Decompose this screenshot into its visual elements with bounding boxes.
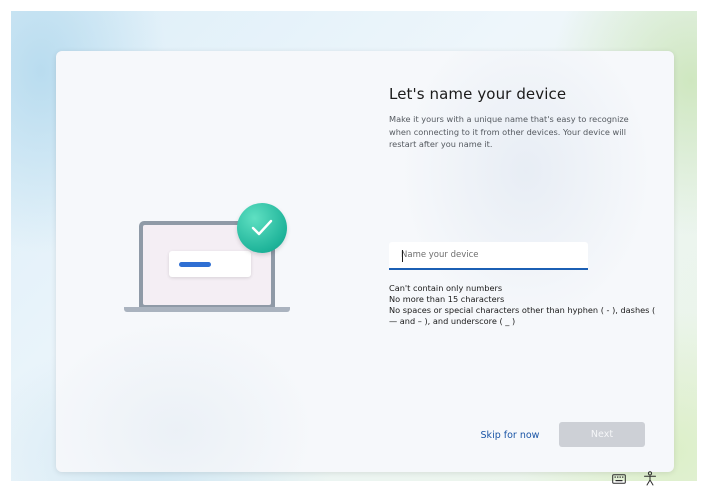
rule-only-numbers: Can't contain only numbers: [389, 283, 503, 293]
checkmark-icon: [237, 203, 287, 253]
page-description: Make it yours with a unique name that's …: [389, 114, 629, 149]
text-caret: [402, 250, 403, 262]
laptop-base: [124, 307, 290, 312]
device-name-input[interactable]: [389, 242, 588, 270]
name-field-graphic: [169, 251, 251, 277]
setup-card: Let's name your device Make it yours wit…: [56, 51, 674, 472]
rule-max-length: No more than 15 characters: [389, 294, 505, 304]
accessibility-icon[interactable]: [643, 471, 657, 486]
naming-rules: Can't contain only numbers No more than …: [389, 283, 657, 327]
next-button[interactable]: Next: [559, 422, 645, 447]
rule-special-characters: No spaces or special characters other th…: [389, 305, 656, 326]
keyboard-icon[interactable]: [612, 473, 626, 485]
desktop-background: Let's name your device Make it yours wit…: [11, 11, 697, 481]
skip-for-now-button[interactable]: Skip for now: [474, 423, 546, 447]
checkmark-glyph: [251, 219, 273, 236]
name-field-bar: [179, 262, 211, 267]
device-illustration: [124, 201, 294, 316]
page-title: Let's name your device: [389, 85, 567, 103]
